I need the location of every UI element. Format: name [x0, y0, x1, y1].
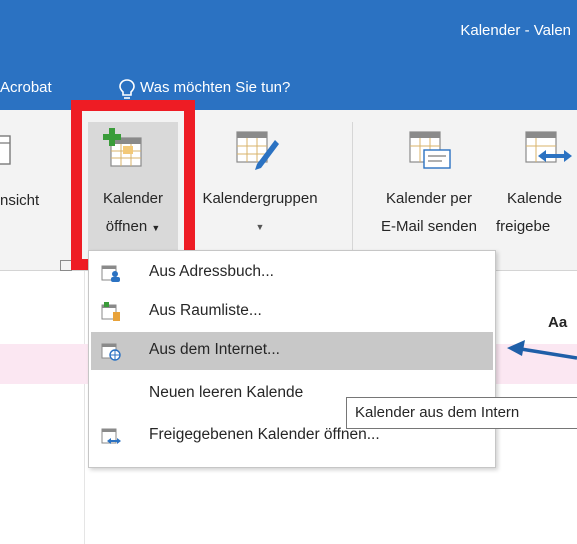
share-calendar-label-2: freigebe	[496, 218, 551, 235]
tell-me-search[interactable]: Was möchten Sie tun?	[140, 79, 290, 96]
calendar-groups-label: Kalendergruppen	[202, 190, 318, 207]
calendar-view-button[interactable]: nsicht	[0, 190, 39, 212]
menu-item-label: Aus dem Internet...	[149, 341, 280, 358]
tooltip: Kalender aus dem Intern	[346, 397, 577, 429]
calendar-groups-button[interactable]: Kalendergruppen ▼	[180, 122, 340, 262]
column-header: Aa	[548, 314, 568, 331]
shared-calendar-icon	[101, 428, 121, 444]
address-book-calendar-icon	[101, 265, 120, 282]
menu-item-internet[interactable]: Aus dem Internet...	[91, 332, 493, 370]
share-calendar-button[interactable]: Kalende freigebe	[496, 122, 577, 262]
menu-item-label: Aus Adressbuch...	[149, 263, 274, 280]
menu-item-room-list[interactable]: Aus Raumliste...	[91, 293, 493, 331]
share-calendar-icon	[525, 131, 572, 163]
menu-item-label: Aus Raumliste...	[149, 302, 262, 319]
calendar-groups-icon	[236, 131, 279, 170]
email-calendar-label-2: E-Mail senden	[381, 218, 477, 235]
chevron-down-icon: ▼	[255, 222, 265, 232]
email-calendar-icon	[409, 131, 451, 169]
annotation-red-box	[71, 100, 195, 270]
menu-item-address-book[interactable]: Aus Adressbuch...	[91, 254, 493, 292]
email-calendar-button[interactable]: Kalender per E-Mail senden	[364, 122, 494, 262]
tooltip-text: Kalender aus dem Intern	[355, 404, 520, 421]
email-calendar-label-1: Kalender per	[386, 190, 472, 207]
open-calendar-dropdown: Aus Adressbuch... Aus Raumliste... Aus d…	[88, 250, 496, 468]
tab-acrobat[interactable]: Acrobat	[0, 79, 52, 96]
annotation-arrow-icon	[507, 340, 577, 360]
room-list-calendar-icon	[101, 302, 120, 321]
calendar-view-icon	[0, 135, 11, 165]
calendar-divider	[84, 271, 85, 544]
window-title: Kalender - Valen	[460, 22, 571, 39]
share-calendar-label-1: Kalende	[507, 190, 563, 207]
ribbon-separator	[352, 122, 353, 254]
title-bar: Kalender - Valen	[0, 0, 577, 68]
internet-calendar-icon	[101, 343, 121, 361]
menu-item-label: Neuen leeren Kalende	[149, 384, 304, 401]
lightbulb-icon	[119, 79, 135, 99]
calendar-view-label: nsicht	[0, 192, 40, 209]
